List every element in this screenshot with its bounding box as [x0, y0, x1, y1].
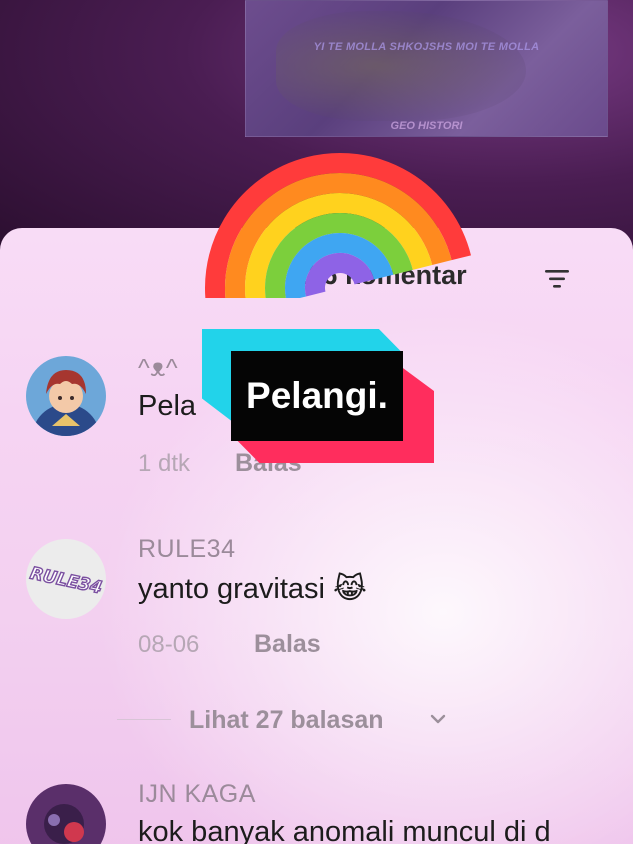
- avatar[interactable]: [26, 356, 106, 436]
- avatar-image: [26, 356, 106, 436]
- view-replies-label: Lihat 27 balasan: [189, 706, 384, 734]
- comment-username[interactable]: RULE34: [138, 535, 236, 564]
- comment-text: kok banyak anomali muncul di d: [138, 816, 551, 844]
- avatar-image: [26, 784, 106, 844]
- caption-text: Pelangi.: [246, 375, 388, 416]
- avatar[interactable]: [26, 784, 106, 844]
- comment-sheet: 6.236 komentar ^ᴥ^ Pela 1 dtk Balas RULE…: [0, 228, 633, 844]
- filter-icon[interactable]: [544, 268, 570, 290]
- comment-time: 08-06: [138, 631, 200, 658]
- view-replies-button[interactable]: Lihat 27 balasan: [117, 704, 457, 740]
- comment-text: yanto gravitasi 😹: [138, 573, 367, 605]
- comment-username[interactable]: IJN KAGA: [138, 780, 256, 809]
- comment-item: RULE34 RULE34 yanto gravitasi 😹 08-06 Ba…: [0, 533, 633, 673]
- rainbow-emoji: [205, 153, 471, 298]
- reply-button[interactable]: Balas: [254, 630, 321, 659]
- avatar-image: RULE34: [26, 539, 106, 619]
- divider: [117, 719, 171, 720]
- comment-username[interactable]: ^ᴥ^: [138, 354, 178, 383]
- map-image: [276, 11, 526, 121]
- comment-item: IJN KAGA kok banyak anomali muncul di d: [0, 776, 633, 844]
- chevron-down-icon: [430, 714, 446, 724]
- comment-time: 1 dtk: [138, 450, 191, 477]
- comment-text: Pela: [138, 390, 197, 422]
- video-frame[interactable]: YI TE MOLLA SHKOJSHS MOI TE MOLLA GEO HI…: [245, 0, 608, 137]
- video-subtitle: YI TE MOLLA SHKOJSHS MOI TE MOLLA: [313, 41, 540, 53]
- video-watermark: GEO HISTORI: [390, 120, 463, 132]
- avatar[interactable]: RULE34: [26, 539, 106, 619]
